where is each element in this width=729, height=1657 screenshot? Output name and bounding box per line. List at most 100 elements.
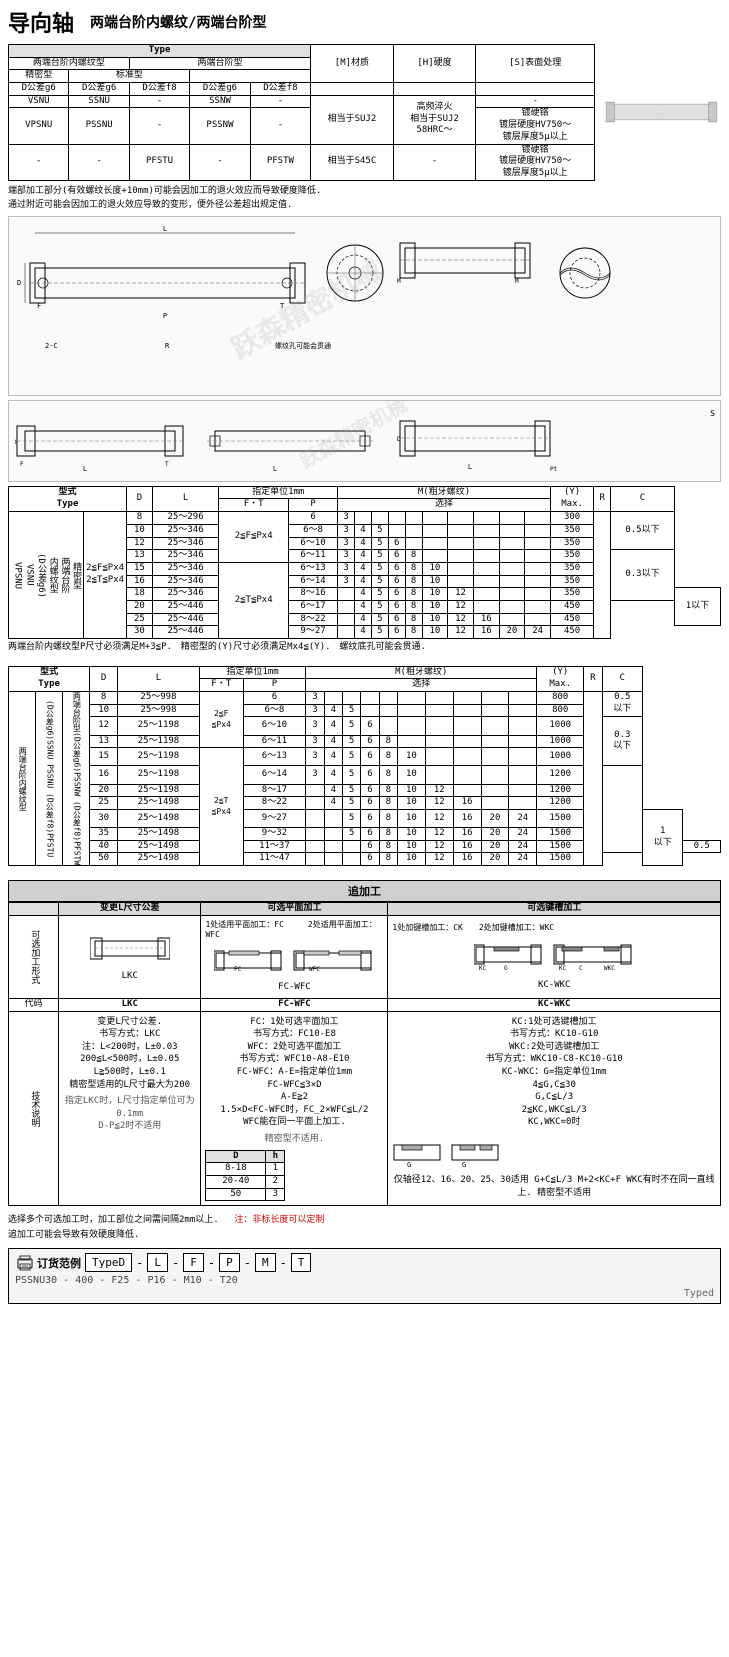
dt2-unit-header: 指定单位1mm: [199, 666, 305, 679]
hyojun-header: 标准型: [69, 70, 190, 83]
dt1-c-header: C: [611, 486, 675, 511]
dt2-l-8: 25～998: [118, 691, 200, 704]
svg-text:KC: KC: [559, 965, 567, 972]
d-g6-1: D公差g6: [9, 83, 69, 96]
svg-text:P: P: [162, 312, 166, 320]
svg-text:T: T: [280, 302, 285, 310]
dt1-l-12: 25～346: [152, 537, 219, 550]
dt2-m3-40: [306, 840, 324, 853]
dt2-c-40: 0.5: [683, 840, 721, 853]
dt1-d-8: 8: [127, 512, 153, 525]
dt1-m4-8: [354, 512, 371, 525]
dt1-y-8: 300: [550, 512, 593, 525]
dt2-c-top: 0.5以下: [602, 691, 642, 716]
pssnu: PSSNU: [69, 108, 129, 144]
svg-text:F: F: [20, 461, 24, 468]
dt2-m3-10: 3: [306, 704, 324, 717]
svg-text:T: T: [165, 461, 169, 468]
dt1-y-16: 350: [550, 575, 593, 588]
dt1-m3-8: 3: [338, 512, 355, 525]
m10-25: 10: [422, 613, 448, 626]
dt1-m12-8: [448, 512, 474, 525]
dt1-d-13: 13: [127, 550, 153, 563]
svg-text:M: M: [515, 278, 519, 285]
dt1-l-16: 25～346: [152, 575, 219, 588]
dt2-m10-30: 10: [397, 809, 425, 827]
dt1-m24-8: [525, 512, 551, 525]
order-dash-1: -: [136, 1256, 143, 1270]
dt2-m4-35: [324, 828, 342, 841]
dt2-m16-30: 16: [453, 809, 481, 827]
drawing-group-right: M M: [327, 243, 610, 301]
dt1-ft-header: F・T: [219, 499, 289, 512]
dt1-p-8: 6: [289, 512, 338, 525]
page-container: 导向轴 两端台阶内螺纹/两端台阶型 Type [M]材质 [H]硬度 [S]表面…: [0, 0, 729, 1316]
m3-16: 3: [338, 575, 355, 588]
dh-row-1: 8-18 1: [206, 1163, 285, 1176]
dt2-m4-16: 4: [324, 766, 342, 784]
dt2-m20-50: 20: [481, 853, 509, 866]
dt2-m3-50: [306, 853, 324, 866]
dt1-c-mid: 0.3以下: [611, 550, 675, 601]
m10-12: [422, 537, 448, 550]
dt2-m16-50: 16: [453, 853, 481, 866]
dt1-cond-label: 2≦F≦Px42≦T≦Px4: [84, 512, 127, 639]
dt2-d-20: 20: [90, 784, 118, 797]
kc-wkc-desc: KC:1处可选键槽加工书写方式：KC10-G10WKC:2处可选键槽加工书写方式…: [392, 1016, 716, 1129]
m16-12: [473, 537, 499, 550]
order-section: 订货范例 TypeD - L - F - P - M - T PSSNU30 -…: [8, 1248, 721, 1304]
m8-30: 8: [405, 626, 422, 639]
dt2-d-25: 25: [90, 797, 118, 810]
order-dash-5: -: [280, 1256, 287, 1270]
svg-text:C: C: [579, 965, 583, 972]
m4-13: 4: [354, 550, 371, 563]
d-g6-2: D公差g6: [69, 83, 129, 96]
type-row-1: VSNU SSNU - SSNW - 相当于SUJ2 高频淬火相当于SUJ258…: [9, 95, 595, 108]
fc-svg: FC WFC: [214, 943, 374, 978]
dash7: -: [190, 144, 250, 180]
dt2-m5-50: [342, 853, 360, 866]
type-header: Type: [9, 45, 311, 58]
m5-25: 5: [371, 613, 388, 626]
dt1-d-header: D: [127, 486, 153, 511]
dt2-p-15: 6～13: [243, 748, 306, 766]
tsuika-header: 追加工: [8, 880, 721, 902]
pfstu: PFSTU: [129, 144, 189, 180]
tsuika-kc-shape: 1处加键槽加工：CK 2处加键槽加工：WKC KC G: [388, 915, 721, 998]
dt2-m20-40: 20: [481, 840, 509, 853]
dt2-m12-40: 12: [425, 840, 453, 853]
dt1-p-25: 8～22: [289, 613, 338, 626]
dt1-p-18: 8～16: [289, 588, 338, 601]
divider2: [8, 870, 721, 874]
dt1-type-header: 型式Type: [9, 486, 127, 511]
dt2-nai-codes: (D公差g6)SSNU PSSNU (D公差f8)PFSTU: [36, 691, 63, 865]
type-row-3: - - PFSTU - PFSTW 相当于S45C - 镀硬铬镀层硬度HV750…: [9, 144, 595, 180]
dt1-y-30: 450: [550, 626, 593, 639]
order-p: P: [219, 1253, 240, 1272]
dt2-m24-10: [509, 704, 537, 717]
dt2-y-20: 1200: [537, 784, 584, 797]
lkc-desc: 变更L尺寸公差.书写方式：LKC注：L<200时，L±0.03200≦L<500…: [63, 1016, 196, 1092]
m4-10: 4: [354, 524, 371, 537]
dt1-d-25: 25: [127, 613, 153, 626]
dt2-m24-35: 24: [509, 828, 537, 841]
dt2-m5-12: 5: [342, 717, 360, 735]
m8-18: 8: [405, 588, 422, 601]
dt2-m24-20: [509, 784, 537, 797]
kc-wkc-desc-cell: KC:1处可选键槽加工书写方式：KC10-G10WKC:2处可选键槽加工书写方式…: [388, 1011, 721, 1206]
dt2-m16-20: [453, 784, 481, 797]
dt2-l-15: 25～1198: [118, 748, 200, 766]
dt2-m5-20: 5: [342, 784, 360, 797]
m8-13: 8: [405, 550, 422, 563]
dt2-y-40: 1500: [537, 840, 584, 853]
m12-16: [448, 575, 474, 588]
m24-12: [525, 537, 551, 550]
dt2-m3-12: 3: [306, 717, 324, 735]
m6-20: 6: [388, 600, 405, 613]
dt2-l-30: 25～1498: [118, 809, 200, 827]
m20-25: [499, 613, 525, 626]
m6-15: 6: [388, 562, 405, 575]
dt1-p-12: 6～10: [289, 537, 338, 550]
dt2-m24-25: [509, 797, 537, 810]
dt1-l-13: 25～346: [152, 550, 219, 563]
